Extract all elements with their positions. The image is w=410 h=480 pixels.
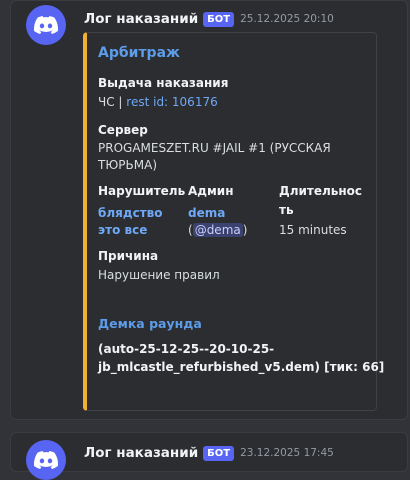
close-paren: ) (242, 223, 248, 237)
discord-logo-icon (34, 16, 58, 34)
field-action-label: Выдача наказания (98, 76, 229, 90)
field-duration-label-line2: ть (279, 203, 294, 217)
field-server-value-line1: PROGAMESZET.RU #JAIL #1 (РУССКАЯ (98, 141, 331, 155)
author-name[interactable]: Лог наказаний (84, 11, 198, 27)
message-header: Лог наказаний БОТ 23.12.2025 17:45 (84, 443, 334, 463)
field-server-label: Сервер (98, 123, 148, 137)
field-server-value-line2: ТЮРЬМА) (98, 158, 157, 172)
embed: Арбитраж Выдача наказания ЧС | rest id: … (83, 32, 384, 411)
demo-link[interactable]: Демка раунда (98, 316, 202, 331)
message-header: Лог наказаний БОТ 25.12.2025 20:10 (84, 9, 334, 29)
field-action-value: ЧС | rest id: 106176 (98, 94, 218, 111)
field-violator-label: Нарушитель (98, 184, 186, 198)
author-name[interactable]: Лог наказаний (84, 445, 198, 461)
field-reason-value: Нарушение правил (98, 268, 220, 282)
admin-mention-line: (@dema) (188, 222, 247, 239)
message-card: Лог наказаний БОТ 23.12.2025 17:45 (10, 432, 408, 480)
field-reason-label: Причина (98, 249, 159, 263)
demo-filename-line2: jb_mlcastle_refurbished_v5.dem) [тик: 66… (98, 360, 385, 374)
violator-link-line1[interactable]: блядство (98, 205, 162, 222)
bot-avatar[interactable] (26, 440, 66, 480)
bot-badge: БОТ (203, 445, 235, 461)
bot-avatar[interactable] (26, 5, 66, 45)
bot-badge: БОТ (203, 11, 235, 27)
demo-filename-line1: (auto-25-12-25--20-10-25- (98, 342, 275, 356)
field-admin-label: Админ (188, 184, 234, 198)
open-paren: ( (188, 223, 193, 237)
embed-title[interactable]: Арбитраж (98, 45, 180, 61)
message-timestamp[interactable]: 25.12.2025 20:10 (240, 13, 334, 25)
violator-link-line2[interactable]: это все (98, 222, 147, 239)
message-timestamp[interactable]: 23.12.2025 17:45 (240, 447, 334, 459)
field-duration-value: 15 minutes (279, 223, 347, 237)
message-card: Лог наказаний БОТ 25.12.2025 20:10 Арбит… (10, 0, 408, 420)
admin-mention[interactable]: @dema (192, 223, 243, 237)
action-type: ЧС | (98, 95, 127, 109)
admin-name-link[interactable]: dema (188, 205, 225, 222)
field-duration-label-line1: Длительнос (279, 184, 363, 198)
rest-id-link[interactable]: rest id: 106176 (126, 95, 217, 109)
